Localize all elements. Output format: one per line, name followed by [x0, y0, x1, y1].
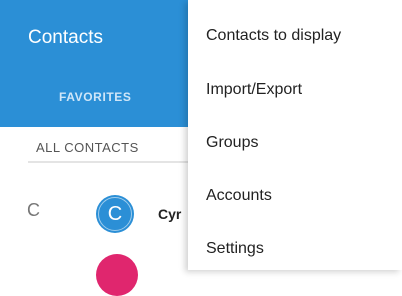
menu-item-groups[interactable]: Groups	[206, 134, 258, 152]
menu-item-accounts[interactable]: Accounts	[206, 187, 272, 205]
menu-item-import-export[interactable]: Import/Export	[206, 81, 302, 99]
menu-item-contacts-to-display[interactable]: Contacts to display	[206, 27, 341, 45]
tab-favorites[interactable]: FAVORITES	[59, 90, 132, 104]
section-letter: C	[27, 200, 40, 220]
menu-item-settings[interactable]: Settings	[206, 240, 264, 258]
overflow-menu: Contacts to display Import/Export Groups…	[188, 0, 402, 270]
contact-name[interactable]: Cyr	[158, 206, 181, 222]
avatar-ring	[98, 197, 132, 231]
app-title: Contacts	[28, 27, 103, 48]
tab-all-contacts[interactable]: ALL CONTACTS	[36, 140, 139, 155]
contact-avatar-2[interactable]	[96, 254, 138, 296]
tab-divider	[28, 161, 188, 163]
